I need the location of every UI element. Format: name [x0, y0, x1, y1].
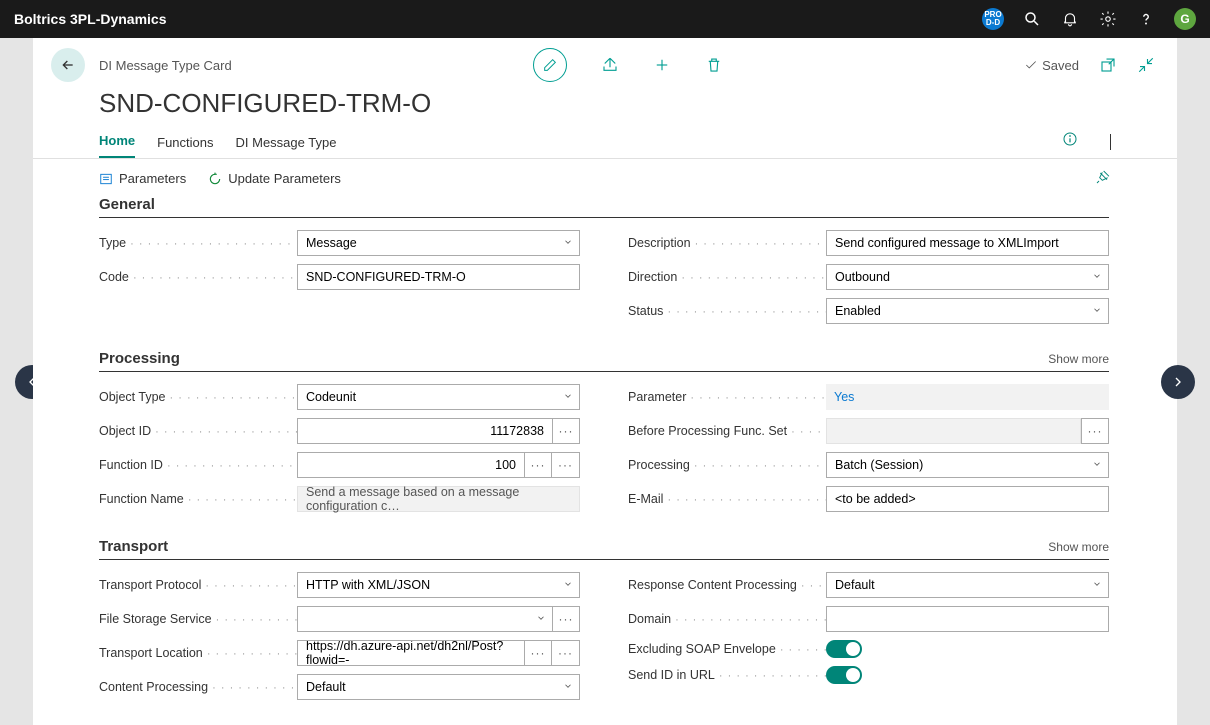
field-response-processing[interactable]: Default	[826, 572, 1109, 598]
search-icon[interactable]	[1022, 9, 1042, 29]
label-object-id: Object ID	[99, 424, 297, 438]
label-parameter: Parameter	[628, 390, 826, 404]
label-before-processing: Before Processing Func. Set	[628, 424, 826, 438]
help-icon[interactable]	[1136, 9, 1156, 29]
label-transport-location: Transport Location	[99, 646, 297, 660]
pro-badge[interactable]: PRO D-D	[982, 8, 1004, 30]
breadcrumb: DI Message Type Card	[99, 58, 232, 73]
update-parameters-action[interactable]: Update Parameters	[208, 171, 341, 186]
section-title-transport: Transport	[99, 538, 168, 555]
field-description[interactable]: Send configured message to XMLImport	[826, 230, 1109, 256]
titlebar: Boltrics 3PL-Dynamics PRO D-D G	[0, 0, 1210, 38]
field-object-id[interactable]: 11172838	[297, 418, 552, 444]
field-processing[interactable]: Batch (Session)	[826, 452, 1109, 478]
field-transport-location[interactable]: https://dh.azure-api.net/dh2nl/Post?flow…	[297, 640, 524, 666]
label-send-id: Send ID in URL	[628, 668, 826, 682]
saved-indicator: Saved	[1024, 58, 1079, 73]
collapse-icon[interactable]	[1137, 56, 1155, 74]
edit-button[interactable]	[533, 48, 567, 82]
personalize-icon[interactable]	[1095, 169, 1111, 188]
text-cursor	[1110, 134, 1111, 150]
show-more-processing[interactable]: Show more	[1048, 352, 1109, 366]
label-content-processing: Content Processing	[99, 680, 297, 694]
field-transport-protocol[interactable]: HTTP with XML/JSON	[297, 572, 580, 598]
tab-di-message-type[interactable]: DI Message Type	[236, 135, 337, 158]
before-processing-lookup[interactable]: ···	[1081, 418, 1109, 444]
label-type: Type	[99, 236, 297, 250]
function-id-assist1[interactable]: ···	[524, 452, 552, 478]
label-function-id: Function ID	[99, 458, 297, 472]
field-code[interactable]: SND-CONFIGURED-TRM-O	[297, 264, 580, 290]
parameters-action[interactable]: Parameters	[99, 171, 186, 186]
label-domain: Domain	[628, 612, 826, 626]
object-id-lookup[interactable]: ···	[552, 418, 580, 444]
field-function-id[interactable]: 100	[297, 452, 524, 478]
label-file-storage: File Storage Service	[99, 612, 297, 626]
next-record-button[interactable]	[1161, 365, 1195, 399]
label-object-type: Object Type	[99, 390, 297, 404]
label-direction: Direction	[628, 270, 826, 284]
label-email: E-Mail	[628, 492, 826, 506]
field-content-processing[interactable]: Default	[297, 674, 580, 700]
label-description: Description	[628, 236, 826, 250]
back-button[interactable]	[51, 48, 85, 82]
location-assist2[interactable]: ···	[552, 640, 580, 666]
tab-functions[interactable]: Functions	[157, 135, 213, 158]
section-title-general: General	[99, 196, 155, 213]
info-icon[interactable]	[1062, 131, 1078, 158]
field-file-storage[interactable]	[297, 606, 552, 632]
label-code: Code	[99, 270, 297, 284]
new-icon[interactable]	[653, 56, 671, 74]
field-before-processing[interactable]	[826, 418, 1081, 444]
delete-icon[interactable]	[705, 56, 723, 74]
label-status: Status	[628, 304, 826, 318]
label-excl-soap: Excluding SOAP Envelope	[628, 642, 826, 656]
toggle-send-id[interactable]	[826, 666, 862, 684]
field-type[interactable]: Message	[297, 230, 580, 256]
section-title-processing: Processing	[99, 350, 180, 367]
tab-home[interactable]: Home	[99, 133, 135, 158]
field-object-type[interactable]: Codeunit	[297, 384, 580, 410]
app-name: Boltrics 3PL-Dynamics	[14, 11, 167, 27]
field-email[interactable]: <to be added>	[826, 486, 1109, 512]
field-parameter[interactable]: Yes	[826, 384, 1109, 410]
label-function-name: Function Name	[99, 492, 297, 506]
field-direction[interactable]: Outbound	[826, 264, 1109, 290]
gear-icon[interactable]	[1098, 9, 1118, 29]
label-processing: Processing	[628, 458, 826, 472]
avatar[interactable]: G	[1174, 8, 1196, 30]
label-transport-protocol: Transport Protocol	[99, 578, 297, 592]
bell-icon[interactable]	[1060, 9, 1080, 29]
section-processing: Processing Show more Object Type Codeuni…	[99, 350, 1137, 512]
field-domain[interactable]	[826, 606, 1109, 632]
card: DI Message Type Card Saved SND-CONFIGURE…	[33, 38, 1177, 725]
show-more-transport[interactable]: Show more	[1048, 540, 1109, 554]
popout-icon[interactable]	[1099, 56, 1117, 74]
share-icon[interactable]	[601, 56, 619, 74]
field-function-name: Send a message based on a message config…	[297, 486, 580, 512]
function-id-assist2[interactable]: ···	[552, 452, 580, 478]
saved-label: Saved	[1042, 58, 1079, 73]
location-assist1[interactable]: ···	[524, 640, 552, 666]
section-general: General Type Message Code SND-CONFIGURED…	[99, 196, 1137, 324]
field-status[interactable]: Enabled	[826, 298, 1109, 324]
titlebar-right: PRO D-D G	[982, 8, 1196, 30]
parameters-label: Parameters	[119, 171, 186, 186]
file-storage-lookup[interactable]: ···	[552, 606, 580, 632]
update-parameters-label: Update Parameters	[228, 171, 341, 186]
toggle-excl-soap[interactable]	[826, 640, 862, 658]
page-title: SND-CONFIGURED-TRM-O	[33, 82, 1177, 131]
section-transport: Transport Show more Transport Protocol H…	[99, 538, 1137, 700]
label-response-processing: Response Content Processing	[628, 578, 826, 592]
